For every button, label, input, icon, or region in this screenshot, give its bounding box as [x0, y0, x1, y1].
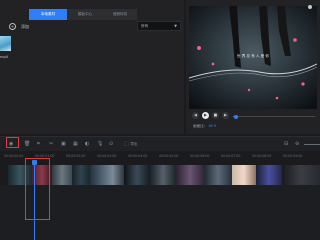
- playhead-highlight-box: [25, 158, 50, 220]
- seek-handle[interactable]: [234, 114, 239, 119]
- video-overlay-text: 世 界 总 有 人 爱 你: [237, 53, 269, 58]
- ruler-tick-label: 00:00:02:00: [66, 154, 86, 158]
- track-clip[interactable]: [256, 165, 282, 185]
- library-tabs: 本地素材 模板中心 音频特效: [29, 9, 137, 20]
- aspect-ratio-row: 画面比: 16:9: [193, 124, 216, 129]
- track-clip[interactable]: [232, 165, 256, 185]
- playback-controls: ◀ ▶ ■ ▶: [189, 111, 317, 121]
- ruler-tick-label: 00:00:04:00: [128, 154, 148, 158]
- next-frame-button[interactable]: ▶: [222, 112, 229, 119]
- play-button[interactable]: ▶: [202, 112, 209, 119]
- crop-icon[interactable]: ⌗: [37, 141, 40, 147]
- media-file-name: mp4: [0, 55, 9, 59]
- media-thumbnail[interactable]: [0, 36, 11, 51]
- track-clip[interactable]: [150, 165, 176, 185]
- zoom-out-icon[interactable]: ⊖: [295, 141, 299, 147]
- add-media-label: 添加: [21, 23, 29, 29]
- freeze-frame-icon[interactable]: ▣: [61, 141, 66, 147]
- video-preview[interactable]: 世 界 总 有 人 爱 你: [189, 6, 317, 109]
- toolbar-highlight-box: [6, 137, 19, 148]
- track-clip[interactable]: [176, 165, 204, 185]
- prev-frame-button[interactable]: ◀: [192, 112, 199, 119]
- tab-audio-effects[interactable]: 音频特效: [103, 9, 137, 20]
- track-clip[interactable]: [204, 165, 232, 185]
- color-icon[interactable]: ◐: [85, 141, 89, 147]
- filter-value: 所有: [141, 24, 149, 28]
- media-filter-select[interactable]: 所有 ▼: [137, 21, 181, 31]
- track-clip[interactable]: [124, 165, 150, 185]
- next-icon: ▶: [224, 113, 227, 117]
- split-icon[interactable]: ✂: [49, 141, 53, 147]
- stop-button[interactable]: ■: [212, 112, 219, 119]
- microphone-icon[interactable]: 🎙: [97, 141, 103, 147]
- track-clip[interactable]: [90, 165, 124, 185]
- aspect-ratio-value[interactable]: 16:9: [208, 124, 216, 128]
- seek-bar[interactable]: [233, 114, 315, 119]
- export-button[interactable]: ⬚ 导出: [124, 141, 138, 147]
- ruler-tick-label: 00:00:03:00: [97, 154, 117, 158]
- mosaic-icon[interactable]: ▦: [73, 141, 78, 147]
- play-icon: ▶: [204, 113, 207, 117]
- track-clip[interactable]: [72, 165, 90, 185]
- speed-icon[interactable]: ⊙: [109, 141, 113, 147]
- zoom-slider-handle[interactable]: [308, 5, 312, 9]
- track-clip[interactable]: [52, 165, 72, 185]
- ruler-tick-label: 00:00:08:00: [252, 154, 272, 158]
- ruler-tick-label: 00:00:05:00: [159, 154, 179, 158]
- ruler-tick-label: 00:00:06:00: [190, 154, 210, 158]
- video-track: [8, 165, 320, 185]
- tab-local-media[interactable]: 本地素材: [29, 9, 67, 20]
- ruler-tick-label: 00:00:09:00: [283, 154, 303, 158]
- chevron-down-icon: ▼: [174, 24, 177, 28]
- plus-icon: +: [9, 23, 16, 30]
- tab-template-center[interactable]: 模板中心: [67, 9, 103, 20]
- video-frame-image: 世 界 总 有 人 爱 你: [189, 6, 317, 109]
- zoom-slider[interactable]: [304, 144, 320, 145]
- fit-timeline-icon[interactable]: ⊟: [284, 141, 288, 147]
- aspect-ratio-label: 画面比:: [193, 124, 205, 128]
- export-icon: ⬚: [124, 141, 129, 147]
- ruler-tick-label: 00:00:07:00: [221, 154, 241, 158]
- stop-icon: ■: [213, 113, 218, 117]
- track-clip[interactable]: [282, 165, 320, 185]
- ruler-tick-label: 00:00:00:00: [4, 154, 24, 158]
- add-media-button[interactable]: + 添加: [9, 23, 29, 30]
- export-label: 导出: [130, 142, 138, 146]
- timeline-toolbar: ◉ 🗑 ⌗ ✂ ▣ ▦ ◐ 🎙 ⊙ ⬚ 导出 ⊟ ⊖: [0, 136, 320, 151]
- delete-icon[interactable]: 🗑: [24, 141, 30, 147]
- prev-icon: ◀: [194, 113, 197, 117]
